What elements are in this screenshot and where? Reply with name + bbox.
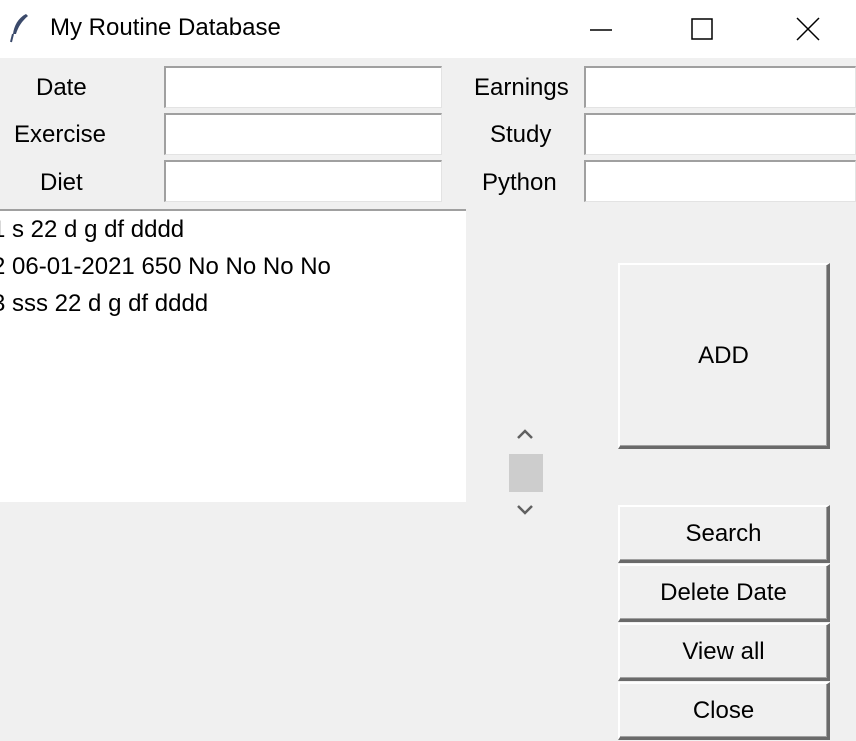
records-listbox[interactable]: 1 s 22 d g df dddd 2 06-01-2021 650 No N… (0, 209, 466, 502)
exercise-label: Exercise (14, 121, 107, 148)
close-button[interactable]: Close (618, 682, 830, 740)
python-label: Python (482, 169, 557, 196)
list-item[interactable]: 2 06-01-2021 650 No No No No (0, 252, 331, 282)
scroll-thumb[interactable] (509, 454, 543, 492)
earnings-label: Earnings (474, 74, 569, 101)
scroll-down-button[interactable] (507, 494, 543, 526)
diet-field[interactable] (164, 160, 442, 202)
chevron-up-icon (517, 429, 533, 439)
date-field[interactable] (164, 66, 442, 108)
earnings-field[interactable] (584, 66, 856, 108)
date-label: Date (36, 74, 87, 101)
list-item[interactable]: 3 sss 22 d g df dddd (0, 289, 208, 319)
study-label: Study (490, 121, 552, 148)
python-field[interactable] (584, 160, 856, 202)
feather-icon (8, 12, 32, 44)
diet-label: Diet (40, 169, 83, 196)
delete-date-button[interactable]: Delete Date (618, 564, 830, 622)
vertical-scrollbar[interactable] (507, 418, 543, 526)
maximize-button[interactable] (658, 0, 748, 58)
minimize-icon (590, 29, 612, 31)
scroll-up-button[interactable] (507, 418, 543, 450)
close-window-button[interactable] (760, 0, 850, 58)
search-button[interactable]: Search (618, 505, 830, 563)
minimize-button[interactable] (556, 0, 646, 58)
add-button[interactable]: ADD (618, 263, 830, 449)
list-item[interactable]: 1 s 22 d g df dddd (0, 215, 184, 245)
view-all-button[interactable]: View all (618, 623, 830, 681)
close-icon (796, 17, 820, 41)
study-field[interactable] (584, 113, 856, 155)
exercise-field[interactable] (164, 113, 442, 155)
window-title: My Routine Database (50, 14, 281, 41)
chevron-down-icon (517, 505, 533, 515)
title-bar: My Routine Database (0, 0, 856, 58)
maximize-icon (691, 18, 713, 40)
